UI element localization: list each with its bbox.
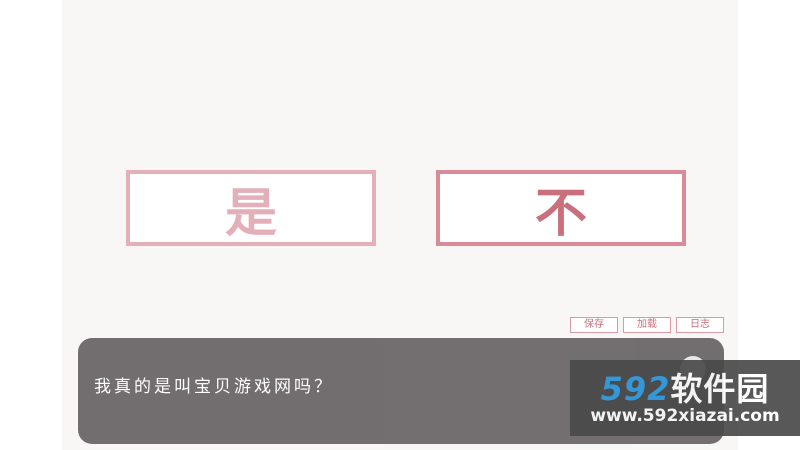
watermark-url: www.592xiazai.com [590, 406, 780, 426]
choice-no-label: 不 [534, 183, 587, 244]
watermark-logo-text: 592软件园 [570, 364, 800, 410]
dialogue-text: 我真的是叫宝贝游戏网吗？ [94, 377, 334, 397]
choice-no-button[interactable]: 不 [436, 170, 686, 246]
watermark-logo: 592软件园 www.592xiazai.com [570, 360, 800, 436]
save-button[interactable]: 保存 [570, 317, 618, 333]
watermark-number: 592 [600, 370, 671, 408]
log-button[interactable]: 日志 [676, 317, 724, 333]
quick-menu: 保存 加载 日志 [570, 317, 724, 333]
choice-yes-button[interactable]: 是 [126, 170, 376, 246]
choice-yes-label: 是 [224, 183, 277, 244]
watermark-name: 软件园 [670, 370, 770, 408]
load-button[interactable]: 加载 [623, 317, 671, 333]
